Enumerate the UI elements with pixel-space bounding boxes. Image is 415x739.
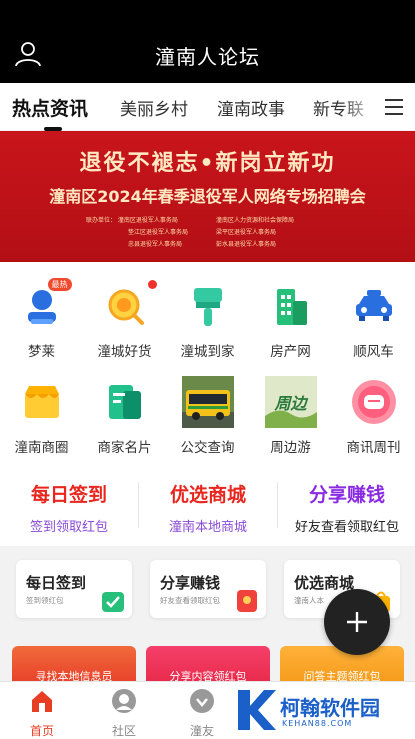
- organizer-text: 垫江区退役军人事务局: [128, 229, 189, 236]
- grid-item-business-weekly[interactable]: 商讯周刊: [332, 376, 415, 456]
- card-daily-checkin[interactable]: 每日签到 签到领红包: [16, 560, 132, 618]
- grid-item-menglai[interactable]: 最热 梦莱: [0, 278, 83, 360]
- chat-bubble-icon: [348, 376, 400, 428]
- card-subtitle: 好友查看领取红包: [160, 596, 220, 605]
- tab-beautiful-village[interactable]: 美丽乡村: [120, 95, 188, 120]
- person-icon: 最热: [16, 278, 72, 332]
- friends-icon: [190, 689, 214, 713]
- banner-headline: 退役不褪志•新岗立新功: [79, 151, 336, 176]
- grid-label: 公交查询: [180, 440, 235, 456]
- card-title: 分享赚钱: [160, 574, 221, 592]
- card-share-earn[interactable]: 分享赚钱 好友查看领取红包: [150, 560, 266, 618]
- promo-title: 每日签到: [30, 484, 107, 506]
- home-icon: [32, 691, 52, 712]
- category-tabs: 热点资讯 美丽乡村 潼南政事 新专联: [0, 83, 415, 131]
- grid-item-home-service[interactable]: 潼城到家: [166, 280, 249, 360]
- magnifier-icon: [99, 280, 157, 332]
- bus-photo-icon: [181, 376, 234, 428]
- building-icon: [265, 280, 317, 332]
- banner-subheadline: 潼南区2024年春季退役军人网络专场招聘会: [49, 187, 366, 206]
- banner-organizers: 联办单位： 潼南区退役军人事务局 潼南区人力资源和社会保障局 垫江区退役军人事务局…: [86, 215, 346, 251]
- promo-subtitle: 签到领取红包: [29, 520, 108, 535]
- card-subtitle: 潼南人本: [294, 596, 324, 605]
- tab-fade-overlay: [341, 83, 381, 129]
- grid-item-business-card[interactable]: 商家名片: [83, 376, 166, 456]
- organizer-text: 彭水县退役军人事务局: [216, 241, 277, 248]
- shop-icon: [16, 376, 68, 428]
- promo-share-earn[interactable]: 分享赚钱 好友查看领取红包: [278, 480, 415, 535]
- feature-grid: 最热 梦莱 潼城好货 潼城到家 房产网 顺风车 潼南商圈 商家名片 公交查询 周…: [0, 262, 415, 466]
- grid-label: 潼城到家: [180, 344, 235, 360]
- tab-hot-news[interactable]: 热点资讯: [12, 94, 88, 121]
- card-icon: [99, 376, 151, 428]
- grid-item-real-estate[interactable]: 房产网: [249, 280, 332, 360]
- card-title: 优选商城: [294, 574, 355, 592]
- car-icon: [348, 280, 400, 332]
- promo-daily-checkin[interactable]: 每日签到 签到领取红包: [0, 480, 138, 535]
- grid-item-business-district[interactable]: 潼南商圈: [0, 376, 83, 456]
- nav-friends[interactable]: 潼友: [172, 688, 232, 739]
- plus-icon: [347, 612, 367, 632]
- nav-community[interactable]: 社区: [94, 688, 154, 739]
- grid-item-good-goods[interactable]: 潼城好货: [83, 280, 166, 360]
- grid-label: 顺风车: [353, 344, 394, 360]
- watermark-logo: 柯翰软件园 KEHAN88.COM: [236, 688, 411, 736]
- watermark-url: KEHAN88.COM: [282, 719, 353, 728]
- organizer-text: 忠县退役军人事务局: [128, 241, 183, 248]
- travel-photo-icon: 周边: [264, 376, 317, 428]
- promo-subtitle: 潼南本地商城: [168, 520, 247, 535]
- promo-subtitle: 好友查看领取红包: [294, 520, 399, 535]
- nav-home[interactable]: 首页: [12, 688, 72, 739]
- tab-tongnan-politics[interactable]: 潼南政事: [217, 95, 285, 120]
- grid-label: 商家名片: [97, 440, 152, 456]
- create-post-button[interactable]: [324, 589, 390, 655]
- grid-label: 房产网: [270, 344, 311, 360]
- app-header: 潼南人论坛: [0, 0, 415, 83]
- nav-label: 潼友: [189, 724, 214, 738]
- organizer-text: 联办单位： 潼南区退役军人事务局: [86, 217, 178, 224]
- card-subtitle: 签到领红包: [26, 596, 64, 605]
- hot-badge: 最热: [47, 278, 72, 291]
- page-title: 潼南人论坛: [155, 45, 260, 69]
- card-title: 每日签到: [26, 574, 87, 592]
- promo-selected-mall[interactable]: 优选商城 潼南本地商城: [139, 480, 277, 535]
- menu-icon[interactable]: [385, 99, 403, 115]
- community-icon: [112, 689, 136, 713]
- nav-label: 首页: [29, 724, 54, 738]
- calendar-check-icon: [102, 592, 124, 612]
- grid-item-nearby-tour[interactable]: 周边 周边游: [249, 376, 332, 456]
- watermark-text: 柯翰软件园: [280, 696, 380, 720]
- recruitment-banner[interactable]: 退役不褪志•新岗立新功 潼南区2024年春季退役军人网络专场招聘会 联办单位： …: [0, 131, 415, 262]
- organizer-text: 潼南区人力资源和社会保障局: [216, 217, 295, 224]
- brush-icon: [182, 280, 234, 332]
- promo-title: 优选商城: [169, 484, 246, 506]
- grid-item-bus-query[interactable]: 公交查询: [166, 376, 249, 456]
- notification-dot: [147, 280, 157, 289]
- grid-item-carpool[interactable]: 顺风车: [332, 280, 415, 360]
- promo-row: 每日签到 签到领取红包 优选商城 潼南本地商城 分享赚钱 好友查看领取红包: [0, 466, 415, 546]
- banner-find-informant[interactable]: 寻找本地信息员: [12, 646, 136, 684]
- watermark-k-logo: [238, 690, 276, 730]
- promo-title: 分享赚钱: [308, 484, 385, 506]
- grid-label: 商讯周刊: [346, 440, 401, 456]
- travel-photo-text: 周边: [274, 394, 307, 413]
- red-envelope-icon: [237, 590, 257, 612]
- nav-label: 社区: [111, 724, 136, 738]
- organizer-text: 梁平区退役军人事务局: [216, 229, 277, 236]
- grid-label: 梦莱: [28, 344, 55, 360]
- grid-label: 潼南商圈: [14, 440, 69, 456]
- grid-label: 周边游: [270, 440, 311, 456]
- banner-share-content[interactable]: 分享内容领红包: [146, 646, 270, 684]
- grid-label: 潼城好货: [97, 344, 152, 360]
